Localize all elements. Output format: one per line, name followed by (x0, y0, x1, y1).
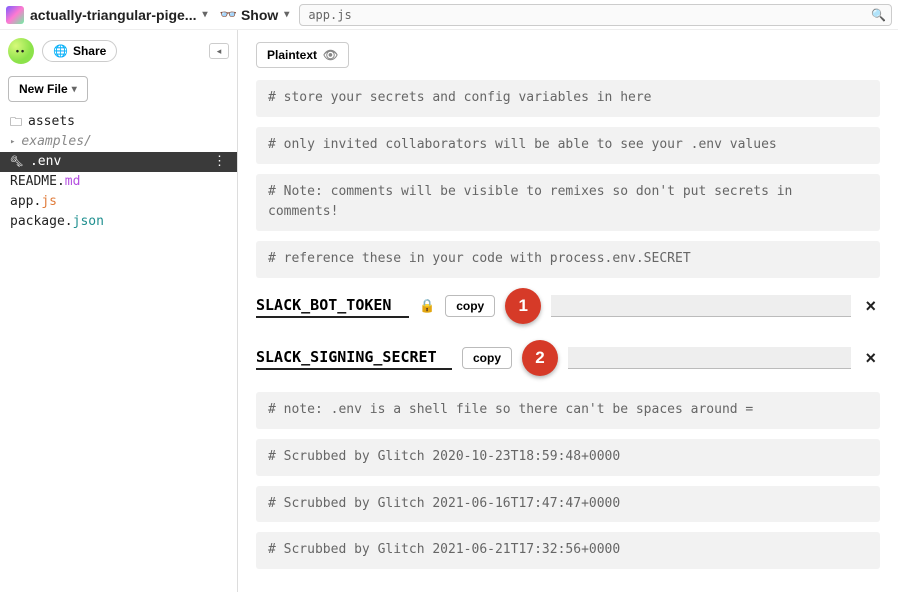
plaintext-toggle[interactable]: Plaintext 👁 (256, 42, 349, 68)
file-package-json[interactable]: package.json (0, 212, 237, 232)
search-wrap: 🔍 (299, 4, 892, 26)
search-input[interactable] (299, 4, 892, 26)
share-label: Share (73, 44, 106, 58)
file-label: package.json (10, 212, 104, 232)
body: 🌐 Share ◂ New File ▾ 🗀 assets ▸ examples… (0, 30, 898, 592)
chevron-down-icon: ▾ (72, 84, 77, 95)
share-button[interactable]: 🌐 Share (42, 40, 117, 62)
sidebar-header: 🌐 Share ◂ (0, 30, 237, 72)
chevron-down-icon: ▾ (202, 9, 207, 20)
sunglasses-icon: 👓 (220, 6, 235, 23)
copy-button[interactable]: copy (462, 347, 512, 369)
copy-button[interactable]: copy (445, 295, 495, 317)
lock-icon: 🔒 (419, 298, 435, 314)
new-file-button[interactable]: New File ▾ (8, 76, 88, 102)
key-icon: 🗝 (10, 152, 24, 172)
show-label: Show (241, 7, 278, 23)
callout-badge-1: 1 (505, 288, 541, 324)
file-menu-icon[interactable]: ⋮ (213, 152, 227, 172)
rewind-button[interactable]: ◂ (209, 43, 229, 59)
top-bar: actually-triangular-pige... ▾ 👓 Show ▾ 🔍 (0, 0, 898, 30)
chevron-down-icon: ▾ (284, 9, 289, 20)
file-assets[interactable]: 🗀 assets (0, 112, 237, 132)
callout-badge-2: 2 (522, 340, 558, 376)
file-readme[interactable]: README.md (0, 172, 237, 192)
env-var-row: copy 2 × (256, 340, 880, 376)
comment-block: # Scrubbed by Glitch 2020-10-23T18:59:48… (256, 439, 880, 476)
comment-block: # only invited collaborators will be abl… (256, 127, 880, 164)
chevron-right-icon: ▸ (10, 132, 15, 152)
env-var-name-input[interactable] (256, 294, 409, 318)
delete-button[interactable]: × (861, 349, 880, 367)
editor-pane: Plaintext 👁 # store your secrets and con… (238, 30, 898, 592)
file-label: examples/ (21, 132, 91, 152)
file-app-js[interactable]: app.js (0, 192, 237, 212)
file-label: README.md (10, 172, 80, 192)
env-var-value-input[interactable] (551, 295, 851, 317)
show-dropdown[interactable]: 👓 Show ▾ (220, 6, 290, 23)
comment-block: # reference these in your code with proc… (256, 241, 880, 278)
eye-icon: 👁 (323, 48, 338, 62)
file-label: app.js (10, 192, 57, 212)
file-env[interactable]: 🗝 .env ⋮ (0, 152, 237, 172)
delete-button[interactable]: × (861, 297, 880, 315)
plaintext-label: Plaintext (267, 48, 317, 62)
file-label: assets (28, 112, 75, 132)
globe-icon: 🌐 (53, 44, 68, 58)
comment-block: # Scrubbed by Glitch 2021-06-16T17:47:47… (256, 486, 880, 523)
project-dropdown[interactable]: actually-triangular-pige... ▾ (6, 6, 208, 24)
comment-block: # store your secrets and config variable… (256, 80, 880, 117)
env-var-row: 🔒 copy 1 × (256, 288, 880, 324)
comment-block: # note: .env is a shell file so there ca… (256, 392, 880, 429)
comment-block: # Note: comments will be visible to remi… (256, 174, 880, 232)
file-tree: 🗀 assets ▸ examples/ 🗝 .env ⋮ README.md … (0, 112, 237, 232)
project-name: actually-triangular-pige... (30, 7, 196, 23)
folder-examples[interactable]: ▸ examples/ (0, 132, 237, 152)
assets-icon: 🗀 (10, 112, 22, 132)
sidebar: 🌐 Share ◂ New File ▾ 🗀 assets ▸ examples… (0, 30, 238, 592)
file-label: .env (30, 152, 61, 172)
comment-block: # Scrubbed by Glitch 2021-06-21T17:32:56… (256, 532, 880, 569)
avatar[interactable] (8, 38, 34, 64)
search-icon: 🔍 (871, 8, 886, 22)
new-file-label: New File (19, 82, 68, 96)
env-var-value-input[interactable] (568, 347, 851, 369)
project-icon (6, 6, 24, 24)
env-var-name-input[interactable] (256, 346, 452, 370)
